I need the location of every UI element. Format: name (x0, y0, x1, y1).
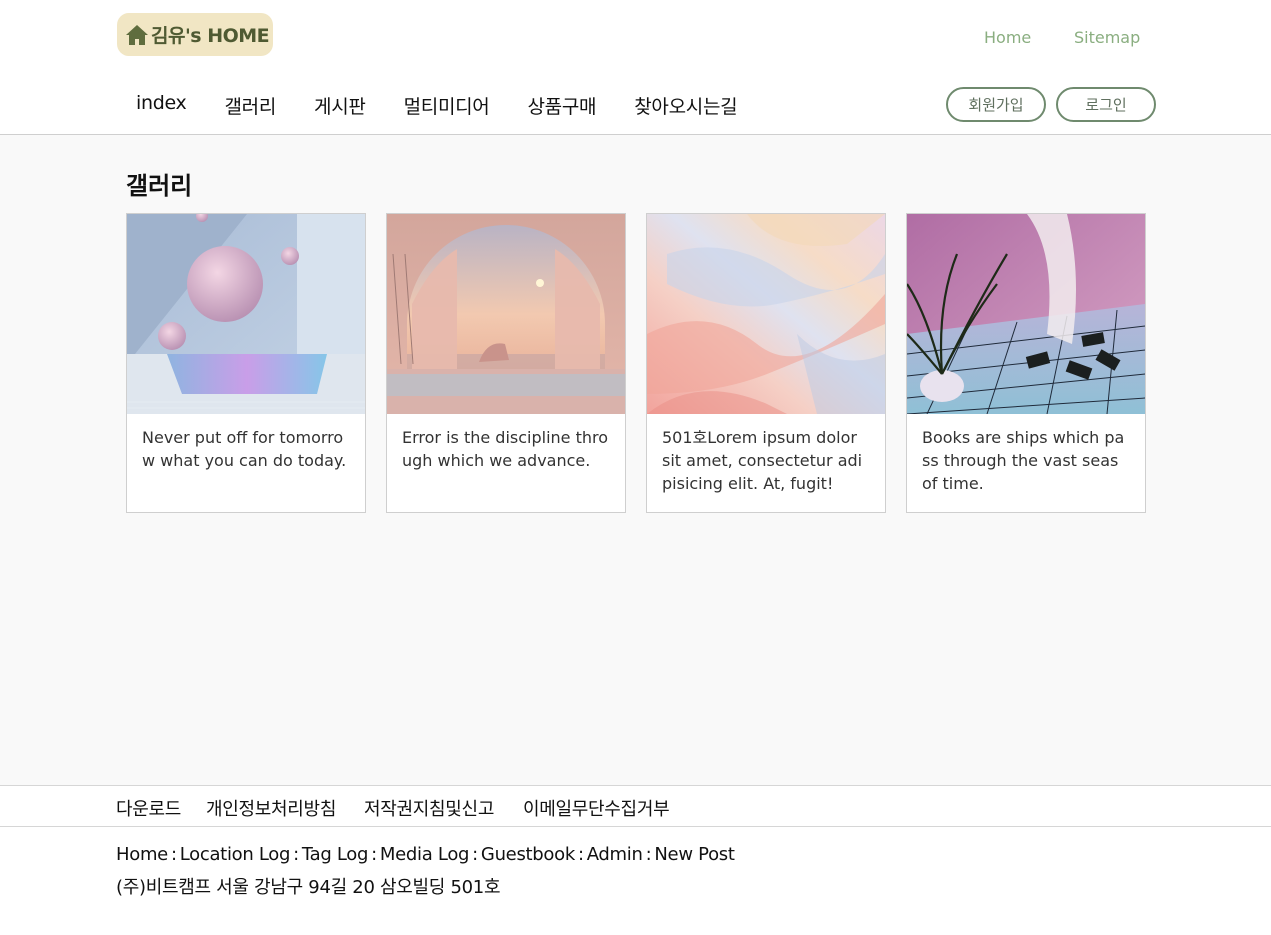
nav-item-directions[interactable]: 찾아오시는길 (634, 92, 737, 119)
footer-nav-media-log[interactable]: Media Log (380, 844, 470, 865)
util-home-link[interactable]: Home (984, 28, 1031, 47)
footer-link-download[interactable]: 다운로드 (116, 795, 181, 821)
house-icon (126, 24, 148, 45)
gallery-card-text: Never put off for tomorrow what you can … (142, 428, 347, 470)
gallery-card-text: Error is the discipline through which we… (402, 428, 609, 470)
gallery-card[interactable]: Never put off for tomorrow what you can … (126, 213, 366, 513)
footer-link-email-refusal[interactable]: 이메일무단수집거부 (523, 795, 670, 821)
nav-item-shop[interactable]: 상품구매 (527, 92, 596, 119)
nav-item-multimedia[interactable]: 멀티미디어 (404, 92, 490, 119)
gallery-grid: Never put off for tomorrow what you can … (126, 213, 1146, 513)
gallery-image-plant (907, 214, 1145, 414)
site-logo[interactable]: 김유's HOME (117, 13, 273, 56)
nav-item-board[interactable]: 게시판 (314, 92, 366, 119)
join-button[interactable]: 회원가입 (946, 87, 1046, 122)
util-sitemap-link[interactable]: Sitemap (1074, 28, 1140, 47)
main-nav: index 갤러리 게시판 멀티미디어 상품구매 찾아오시는길 (136, 92, 775, 119)
gallery-image-arch (387, 214, 625, 414)
footer-nav-guestbook[interactable]: Guestbook (481, 844, 575, 865)
nav-item-index[interactable]: index (136, 92, 187, 119)
footer-nav: Home: Location Log: Tag Log: Media Log: Gues… (116, 844, 735, 865)
gallery-card[interactable]: Error is the discipline through which we… (386, 213, 626, 513)
gallery-card-text: Books are ships which pass through the v… (922, 428, 1125, 493)
gallery-image-watercolor (647, 214, 885, 414)
main-content: 갤러리 Never put off for tomorrow what you … (0, 135, 1271, 785)
login-button[interactable]: 로그인 (1056, 87, 1156, 122)
page-title: 갤러리 (126, 172, 193, 200)
footer-link-copyright[interactable]: 저작권지침및신고 (364, 795, 494, 821)
footer-nav-location-log[interactable]: Location Log (180, 844, 291, 865)
footer-links: 다운로드 개인정보처리방침 저작권지침및신고 이메일무단수집거부 (0, 786, 1271, 827)
gallery-card[interactable]: 501호Lorem ipsum dolor sit amet, consecte… (646, 213, 886, 513)
logo-text: 김유's HOME (151, 25, 270, 47)
site-footer: 다운로드 개인정보처리방침 저작권지침및신고 이메일무단수집거부 Home: Lo… (0, 785, 1271, 935)
footer-link-privacy[interactable]: 개인정보처리방침 (206, 795, 336, 821)
gallery-card-text: 501호Lorem ipsum dolor sit amet, consecte… (662, 428, 863, 493)
nav-item-gallery[interactable]: 갤러리 (224, 92, 276, 119)
company-address: (주)비트캠프 서울 강남구 94길 20 삼오빌딩 501호 (116, 877, 501, 898)
gallery-image-spheres (127, 214, 365, 414)
gallery-card[interactable]: Books are ships which pass through the v… (906, 213, 1146, 513)
footer-nav-home[interactable]: Home (116, 844, 168, 865)
footer-nav-new-post[interactable]: New Post (654, 844, 735, 865)
footer-nav-tag-log[interactable]: Tag Log (302, 844, 369, 865)
footer-nav-admin[interactable]: Admin (587, 844, 643, 865)
site-header: 김유's HOME Home Sitemap index 갤러리 게시판 멀티미… (0, 0, 1271, 135)
